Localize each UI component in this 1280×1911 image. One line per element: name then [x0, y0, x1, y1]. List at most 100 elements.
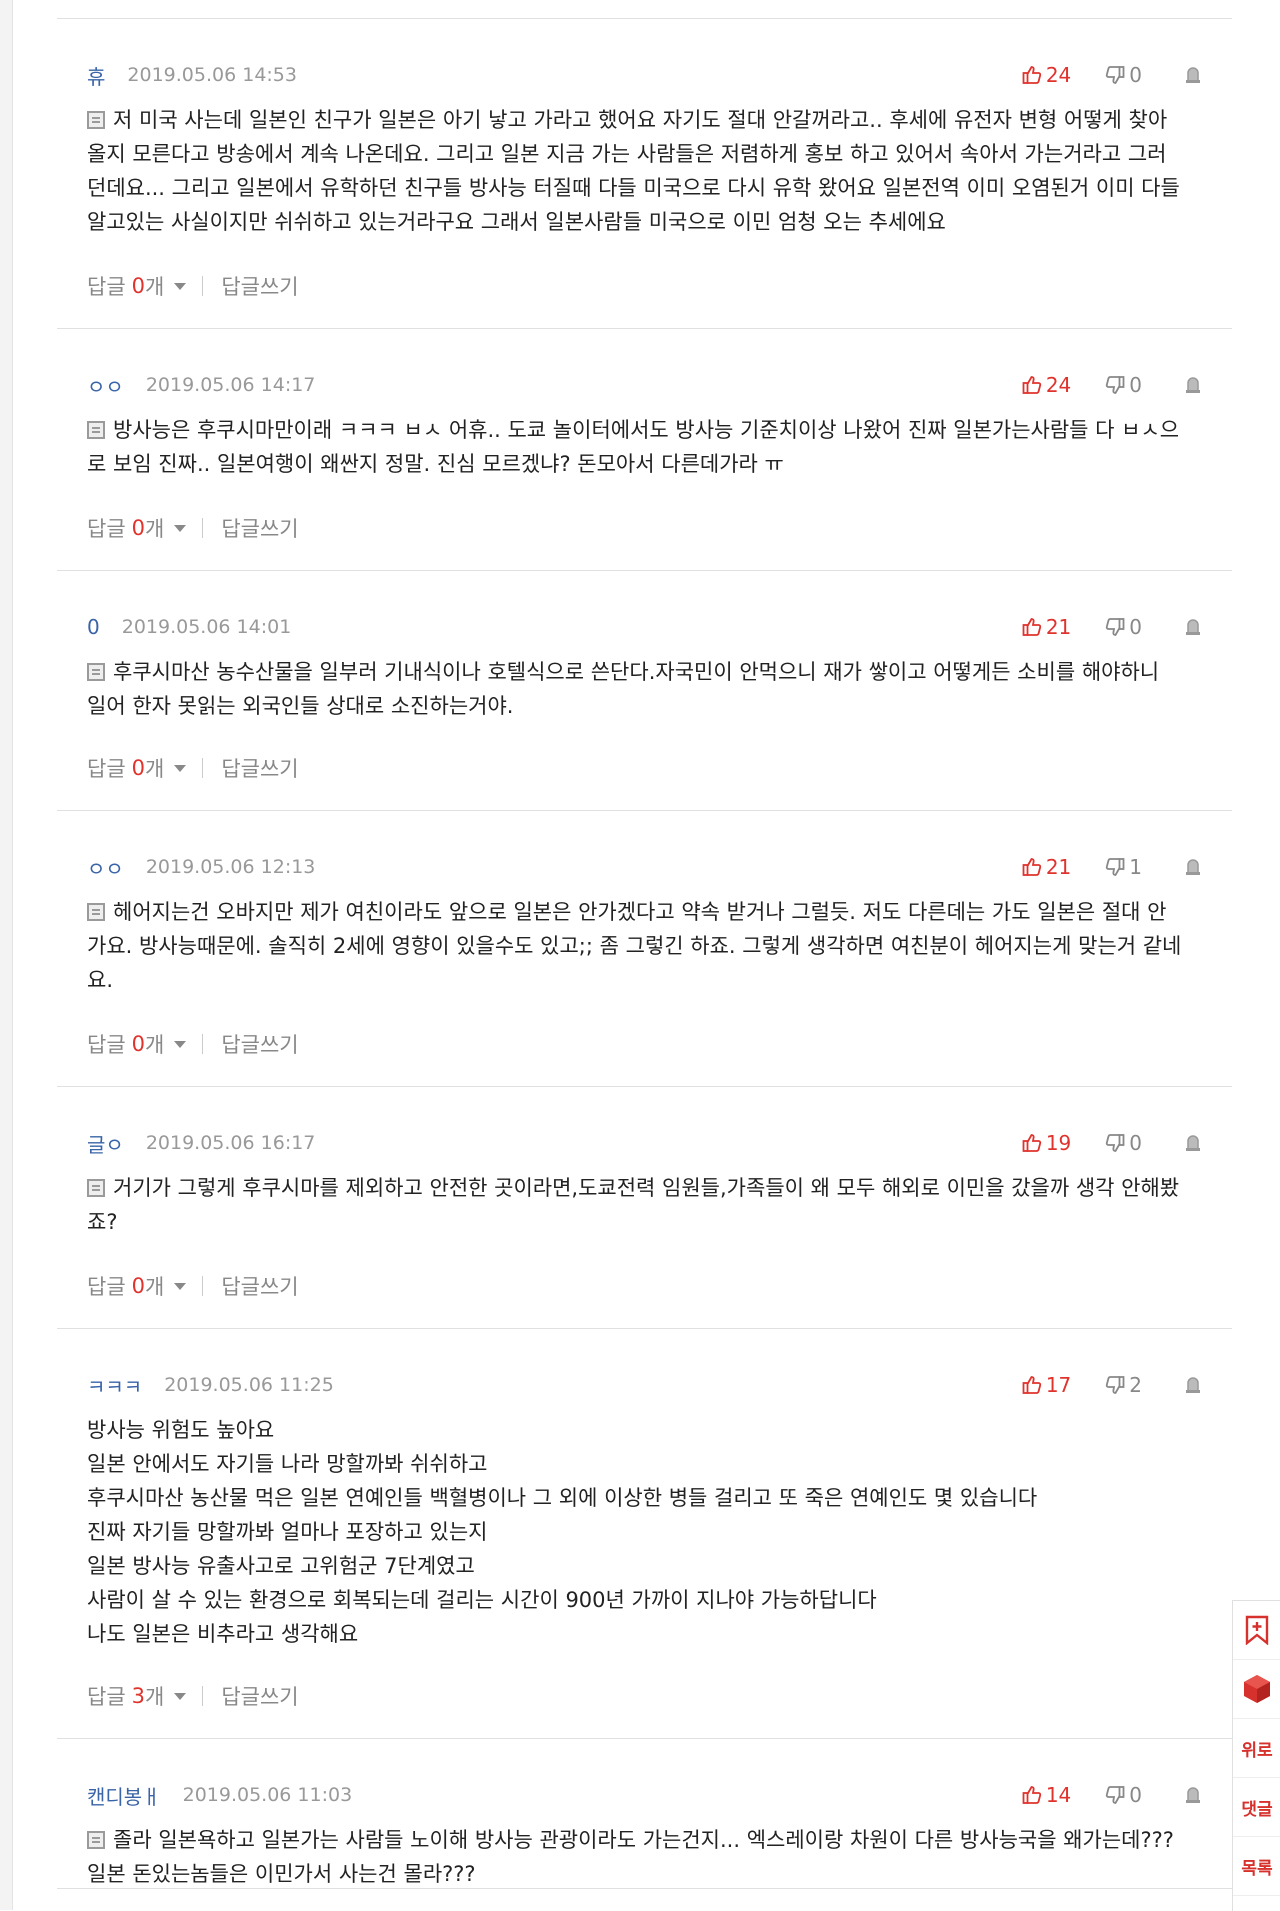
- reply-label: 답글: [87, 1275, 126, 1299]
- cube-button[interactable]: [1233, 1660, 1280, 1719]
- report-button[interactable]: [1184, 1376, 1202, 1394]
- reply-toggle[interactable]: 답글 3 개: [87, 1681, 187, 1711]
- report-icon: [1186, 859, 1200, 875]
- thumbs-up-icon: [1022, 1376, 1041, 1394]
- thumbs-down-icon: [1106, 1134, 1125, 1152]
- report-icon: [1186, 1377, 1200, 1393]
- comment-line: 거기가 그렇게 후쿠시마를 제외하고 안전한 곳이라면,도쿄전력 임원들,가족들…: [87, 1171, 1196, 1205]
- comment-author[interactable]: ㅇㅇ: [87, 853, 124, 882]
- reply-count: 0: [131, 1274, 146, 1298]
- comment-footer: 답글 0 개 답글쓰기: [87, 1272, 299, 1300]
- comment-body: 헤어지는건 오바지만 제가 여친이라도 앞으로 일본은 안가겠다고 약속 받거나…: [87, 895, 1196, 997]
- report-button[interactable]: [1184, 1134, 1202, 1152]
- report-button[interactable]: [1184, 858, 1202, 876]
- reply-toggle[interactable]: 답글 0 개: [87, 1029, 187, 1059]
- downvote-count: 0: [1129, 63, 1142, 87]
- upvote-button[interactable]: 24: [1022, 63, 1071, 87]
- downvote-count: 0: [1129, 373, 1142, 397]
- comment-list: 휴 2019.05.06 14:53 24 0 저 미국 사는데 일본인 친구가 일본은…: [57, 18, 1232, 1889]
- write-reply-link[interactable]: 답글쓰기: [221, 753, 298, 783]
- downvote-button[interactable]: 0: [1105, 1783, 1142, 1807]
- upvote-count: 24: [1045, 63, 1072, 87]
- memo-icon: [87, 1831, 105, 1849]
- bookmark-button[interactable]: [1233, 1601, 1280, 1660]
- thumbs-up-icon: [1022, 376, 1041, 394]
- comment-item: 캔디봉ㅐ 2019.05.06 11:03 14 0 졸라 일본욕하고 일본가는 사람들…: [57, 1739, 1232, 1889]
- comment-line: 가요. 방사능때문에. 솔직히 2세에 영향이 있을수도 있고;; 좀 그렇긴 …: [87, 934, 1182, 958]
- chevron-down-icon: [174, 282, 187, 290]
- report-button[interactable]: [1184, 1786, 1202, 1804]
- comment-line: 던데요... 그리고 일본에서 유학하던 친구들 방사능 터질때 다들 미국으로…: [87, 176, 1180, 200]
- report-icon: [1186, 67, 1200, 83]
- comment-line: 사람이 살 수 있는 환경으로 회복되는데 걸리는 시간이 900년 가까이 지…: [87, 1588, 877, 1612]
- thumbs-up-icon: [1022, 1786, 1041, 1804]
- thumbs-up-icon: [1022, 858, 1041, 876]
- upvote-count: 14: [1045, 1783, 1072, 1807]
- write-reply-link[interactable]: 답글쓰기: [221, 1681, 298, 1711]
- reply-toggle[interactable]: 답글 0 개: [87, 1271, 187, 1301]
- downvote-button[interactable]: 1: [1105, 855, 1142, 879]
- comment-date: 2019.05.06 11:25: [164, 1374, 334, 1396]
- downvote-button[interactable]: 0: [1105, 1131, 1142, 1155]
- thumbs-down-icon: [1106, 376, 1125, 394]
- upvote-count: 21: [1045, 615, 1072, 639]
- comment-footer: 답글 0 개 답글쓰기: [87, 754, 299, 782]
- downvote-button[interactable]: 0: [1105, 615, 1142, 639]
- comment-body: 방사능 위험도 높아요 일본 안에서도 자기들 나라 망할까봐 쉬쉬하고 후쿠시마산…: [87, 1413, 1196, 1651]
- comment-date: 2019.05.06 14:01: [121, 616, 292, 638]
- scroll-top-button[interactable]: 위로: [1233, 1719, 1280, 1778]
- write-reply-link[interactable]: 답글쓰기: [221, 513, 298, 543]
- write-reply-link[interactable]: 답글쓰기: [221, 1271, 298, 1301]
- comment-body: 거기가 그렇게 후쿠시마를 제외하고 안전한 곳이라면,도쿄전력 임원들,가족들…: [87, 1171, 1196, 1239]
- cube-icon: [1244, 1675, 1270, 1703]
- reply-label: 답글: [87, 275, 126, 299]
- divider: [202, 518, 204, 538]
- comment-date: 2019.05.06 16:17: [145, 1132, 316, 1154]
- thumbs-up-icon: [1022, 66, 1041, 84]
- chevron-down-icon: [174, 524, 187, 532]
- memo-icon: [87, 421, 105, 439]
- comment-author[interactable]: ㅋㅋㅋ: [87, 1371, 142, 1400]
- reply-toggle[interactable]: 답글 0 개: [87, 513, 187, 543]
- comments-button[interactable]: 댓글: [1233, 1778, 1280, 1837]
- write-reply-link[interactable]: 답글쓰기: [221, 271, 298, 301]
- comment-author[interactable]: 0: [87, 615, 100, 639]
- downvote-button[interactable]: 0: [1105, 63, 1142, 87]
- upvote-button[interactable]: 19: [1022, 1131, 1071, 1155]
- comment-header: 캔디봉ㅐ 2019.05.06 11:03 14 0: [87, 1781, 1202, 1809]
- reply-toggle[interactable]: 답글 0 개: [87, 753, 187, 783]
- upvote-button[interactable]: 21: [1022, 855, 1071, 879]
- comment-item: ㅇㅇ 2019.05.06 14:17 24 0 방사능은 후쿠시마만이래 ㅋㅋㅋ ㅂㅅ…: [57, 329, 1232, 571]
- report-button[interactable]: [1184, 66, 1202, 84]
- comment-header: ㅇㅇ 2019.05.06 12:13 21 1: [87, 853, 1202, 881]
- divider: [202, 1276, 204, 1296]
- reply-unit: 개: [145, 1275, 165, 1299]
- comment-line: 방사능은 후쿠시마만이래 ㅋㅋㅋ ㅂㅅ 어휴.. 도쿄 놀이터에서도 방사능 기…: [87, 413, 1196, 447]
- upvote-button[interactable]: 14: [1022, 1783, 1071, 1807]
- memo-icon: [87, 111, 105, 129]
- downvote-button[interactable]: 0: [1105, 373, 1142, 397]
- comment-body: 방사능은 후쿠시마만이래 ㅋㅋㅋ ㅂㅅ 어휴.. 도쿄 놀이터에서도 방사능 기…: [87, 413, 1196, 481]
- comment-author[interactable]: 휴: [87, 61, 105, 90]
- downvote-count: 0: [1129, 1131, 1142, 1155]
- upvote-button[interactable]: 21: [1022, 615, 1071, 639]
- report-icon: [1186, 1135, 1200, 1151]
- chevron-down-icon: [174, 764, 187, 772]
- thumbs-up-icon: [1022, 618, 1041, 636]
- comment-author[interactable]: ㅇㅇ: [87, 371, 124, 400]
- report-button[interactable]: [1184, 618, 1202, 636]
- reply-toggle[interactable]: 답글 0 개: [87, 271, 187, 301]
- downvote-count: 1: [1129, 855, 1142, 879]
- upvote-button[interactable]: 24: [1022, 373, 1071, 397]
- comment-author[interactable]: 캔디봉ㅐ: [87, 1781, 161, 1810]
- comment-author[interactable]: 글ㅇ: [87, 1129, 124, 1158]
- vote-group: 14 0: [996, 1783, 1202, 1807]
- reply-count: 0: [131, 756, 146, 780]
- upvote-button[interactable]: 17: [1022, 1373, 1071, 1397]
- write-reply-link[interactable]: 답글쓰기: [221, 1029, 298, 1059]
- upvote-count: 24: [1045, 373, 1072, 397]
- list-button[interactable]: 목록: [1233, 1837, 1280, 1896]
- comment-footer: 답글 3 개 답글쓰기: [87, 1682, 299, 1710]
- downvote-button[interactable]: 2: [1105, 1373, 1142, 1397]
- report-button[interactable]: [1184, 376, 1202, 394]
